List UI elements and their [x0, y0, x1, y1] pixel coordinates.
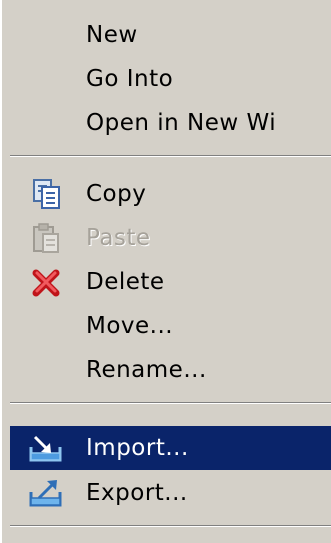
menu-item-paste[interactable]: Paste	[10, 216, 331, 260]
export-icon	[27, 476, 65, 510]
menu-item-import[interactable]: Import...	[10, 426, 331, 470]
menu-separator	[10, 155, 331, 157]
menu-separator	[10, 525, 331, 527]
menu-item-export[interactable]: Export...	[10, 471, 331, 515]
menu-item-go-into[interactable]: Go Into	[10, 57, 331, 101]
menu-item-label: Import...	[86, 435, 189, 461]
menu-item-label: Rename...	[86, 357, 207, 383]
import-icon	[27, 431, 65, 465]
menu-item-open-in-new-window[interactable]: Open in New Wi	[10, 101, 331, 145]
menu-item-label: Go Into	[86, 66, 174, 92]
menu-item-move[interactable]: Move...	[10, 304, 331, 348]
menu-item-delete[interactable]: Delete	[10, 260, 331, 304]
delete-icon	[29, 265, 63, 299]
menu-item-label: New	[86, 22, 138, 48]
context-menu: New Go Into Open in New Wi Copy Paste De…	[0, 0, 331, 543]
menu-item-label: Export...	[86, 480, 188, 506]
menu-item-copy[interactable]: Copy	[10, 172, 331, 216]
menu-item-rename[interactable]: Rename...	[10, 348, 331, 392]
menu-item-label: Copy	[86, 181, 147, 207]
menu-item-new[interactable]: New	[10, 13, 331, 57]
menu-item-label: Paste	[86, 225, 151, 251]
paste-icon	[29, 221, 63, 255]
menu-separator	[10, 402, 331, 404]
menu-item-label: Delete	[86, 269, 165, 295]
menu-item-label: Move...	[86, 313, 174, 339]
copy-icon	[29, 177, 63, 211]
menu-item-label: Open in New Wi	[86, 110, 277, 136]
